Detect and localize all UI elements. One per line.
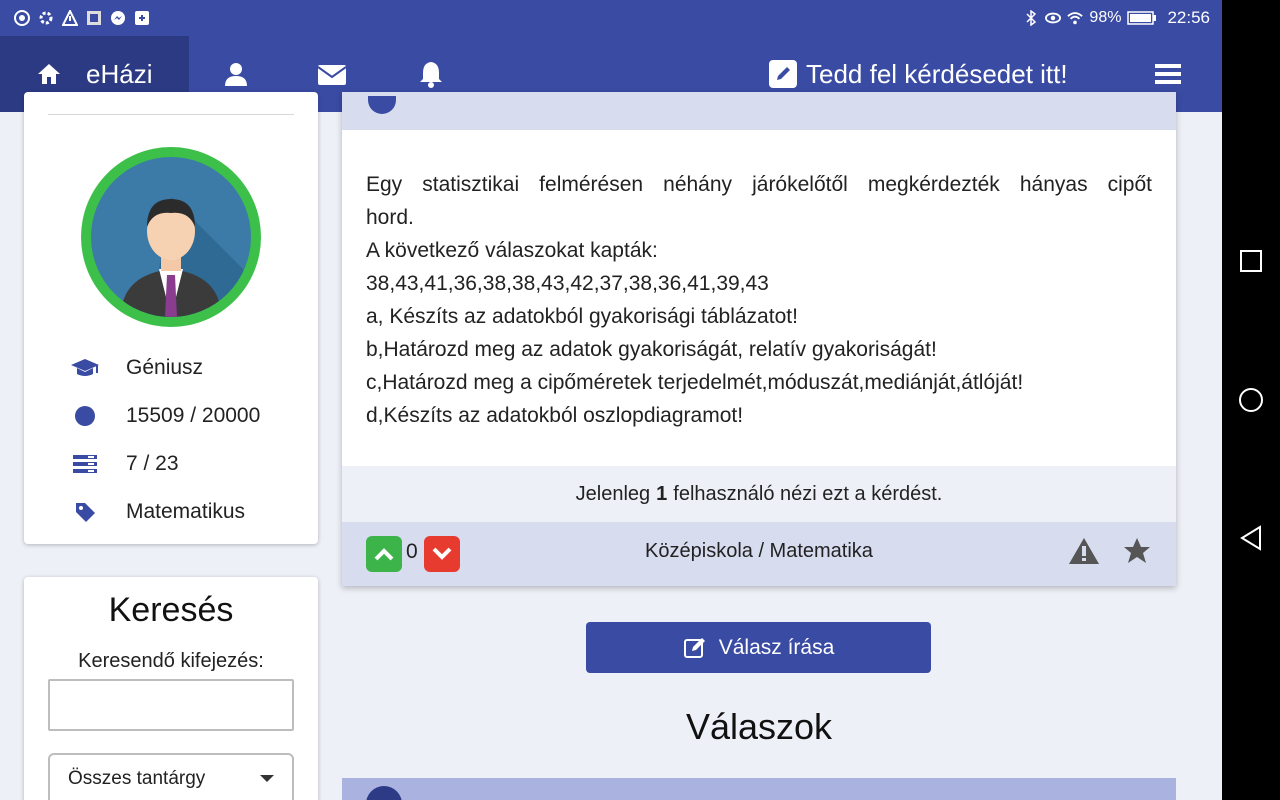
hamburger-menu-icon[interactable] <box>1154 60 1182 88</box>
home-button[interactable] <box>1234 383 1268 417</box>
search-title: Keresés <box>108 591 234 629</box>
ask-label: Tedd fel kérdésedet itt! <box>806 58 1068 89</box>
settings-gear-icon <box>38 10 54 26</box>
android-nav-bar <box>1222 0 1280 800</box>
viewers-suffix: felhasználó nézi ezt a kérdést. <box>673 482 943 505</box>
question-line: hord. <box>366 206 414 229</box>
user-icon[interactable] <box>222 60 250 88</box>
question-line: 38,43,41,36,38,38,43,42,37,38,36,41,39,4… <box>366 272 769 295</box>
stat-label: 7 / 23 <box>126 452 179 475</box>
author-avatar[interactable] <box>368 96 396 114</box>
viewers-prefix: Jelenleg <box>575 482 651 505</box>
search-input[interactable] <box>48 679 294 731</box>
profile-card: Géniusz 15509 / 20000 7 / 23 Matematikus <box>24 92 318 544</box>
app-screen: 98% 22:56 eHázi Tedd fel kérdésedet itt!… <box>0 0 1222 800</box>
warning-icon <box>62 10 78 26</box>
question-text: Egy statisztikai felmérésen néhány járók… <box>366 168 1152 432</box>
clock: 22:56 <box>1167 8 1210 27</box>
envelope-icon[interactable] <box>317 60 347 88</box>
circle-icon <box>1239 388 1263 412</box>
status-bar: 98% 22:56 <box>0 0 1222 36</box>
back-triangle-icon <box>1240 525 1261 551</box>
level-row: 7 / 23 <box>68 450 179 478</box>
chrome-icon <box>14 10 30 26</box>
avatar[interactable] <box>81 147 261 327</box>
ask-question-link[interactable]: Tedd fel kérdésedet itt! <box>768 54 1068 94</box>
subject-select-value: Összes tantárgy <box>68 768 206 789</box>
category-breadcrumb[interactable]: Középiskola / Matematika <box>342 540 1176 563</box>
edit-icon <box>683 636 707 660</box>
home-icon <box>36 61 62 87</box>
brand-name: eHázi <box>86 58 153 89</box>
graduation-cap-icon <box>68 354 102 382</box>
question-line: a, Készíts az adatokból gyakorisági tábl… <box>366 305 798 328</box>
list-icon <box>68 450 102 478</box>
avatar[interactable] <box>366 786 402 800</box>
report-warning-icon[interactable] <box>1068 536 1100 568</box>
badge-row: Matematikus <box>68 498 245 526</box>
subject-select[interactable]: Összes tantárgy <box>48 753 294 800</box>
question-line: c,Határozd meg a cipőméretek terjedelmét… <box>366 371 1024 394</box>
question-footer: 0 Középiskola / Matematika <box>342 522 1176 586</box>
answer-header <box>342 778 1176 800</box>
question-line: b,Határozd meg az adatok gyakoriságát, r… <box>366 338 937 361</box>
favorite-star-icon[interactable] <box>1122 536 1152 566</box>
circle-icon <box>68 402 102 430</box>
viewers-count: 1 <box>656 482 668 505</box>
tag-icon <box>68 498 102 526</box>
download-icon <box>134 10 150 26</box>
app-icon <box>86 10 102 26</box>
divider <box>48 114 294 115</box>
bell-icon[interactable] <box>417 60 445 88</box>
battery-icon <box>1127 10 1157 26</box>
battery-percent: 98% <box>1089 9 1122 26</box>
wifi-icon <box>1067 10 1084 26</box>
messenger-icon <box>110 10 126 26</box>
rank-row: Géniusz <box>68 354 203 382</box>
write-answer-button[interactable]: Válasz írása <box>586 622 931 673</box>
stat-label: Géniusz <box>126 356 204 379</box>
viewers-info: Jelenleg 1 felhasználó nézi ezt a kérdés… <box>342 466 1176 522</box>
edit-icon <box>768 59 798 89</box>
answers-title: Válaszok <box>685 706 833 747</box>
question-header <box>342 92 1176 130</box>
recent-apps-button[interactable] <box>1234 244 1268 278</box>
stat-label: Matematikus <box>126 500 246 523</box>
points-row: 15509 / 20000 <box>68 402 260 430</box>
square-icon <box>1240 250 1262 272</box>
question-line: d,Készíts az adatokból oszlopdiagramot! <box>366 404 744 427</box>
bluetooth-icon <box>1023 10 1039 26</box>
eye-icon <box>1045 10 1062 26</box>
question-card: Egy statisztikai felmérésen néhány járók… <box>342 92 1176 586</box>
search-label: Keresendő kifejezés: <box>78 650 264 672</box>
write-answer-label: Válasz írása <box>718 635 835 659</box>
stat-label: 15509 / 20000 <box>126 404 261 427</box>
back-button[interactable] <box>1234 521 1268 555</box>
chevron-down-icon <box>260 775 274 782</box>
question-line: Egy statisztikai felmérésen néhány járók… <box>366 173 1152 196</box>
question-line: A következő válaszokat kapták: <box>366 239 658 262</box>
search-card: Keresés Keresendő kifejezés: Összes tant… <box>24 577 318 800</box>
